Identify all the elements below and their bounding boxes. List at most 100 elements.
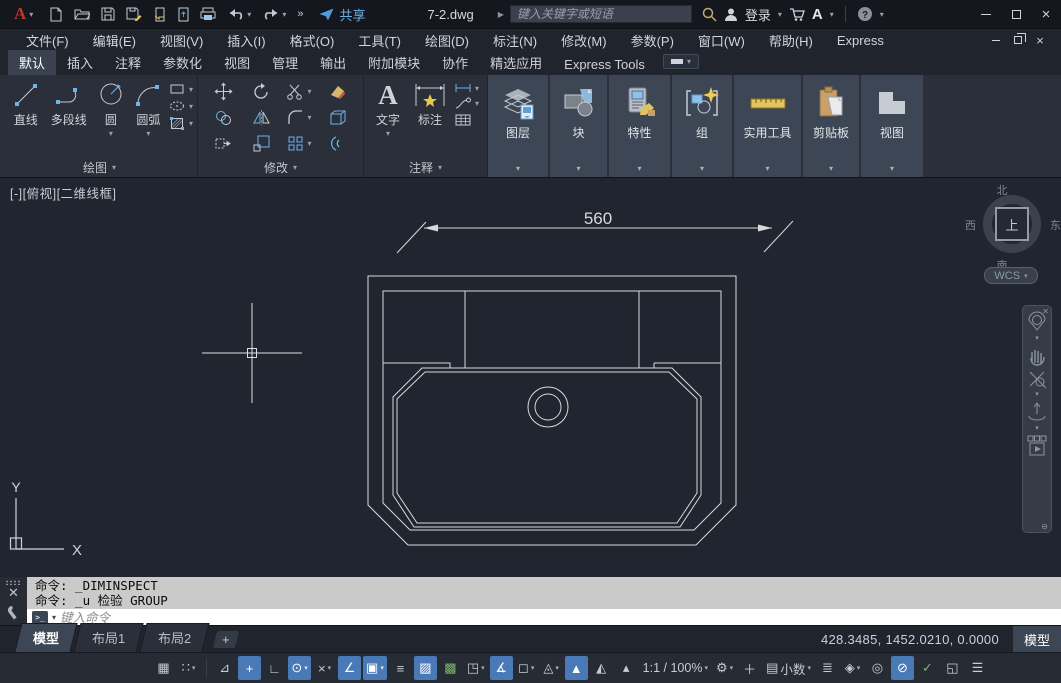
polyline-button[interactable]: 多段线 bbox=[45, 80, 92, 158]
showmotion-icon[interactable] bbox=[1026, 434, 1048, 458]
trusted-dwg-icon[interactable]: ✓ bbox=[916, 656, 939, 680]
viewport-control[interactable]: [-] bbox=[10, 187, 23, 201]
search-icon[interactable] bbox=[702, 7, 717, 22]
erase-button[interactable] bbox=[328, 82, 347, 101]
orbit-icon[interactable] bbox=[1026, 400, 1048, 424]
3d-object-snap-icon[interactable]: ◳ ▾ bbox=[464, 656, 488, 680]
share-button[interactable]: 共享 bbox=[319, 5, 365, 24]
menu-file[interactable]: 文件(F) bbox=[14, 31, 81, 50]
chevron-down-icon[interactable]: ▾ bbox=[880, 10, 884, 19]
tab-annotate[interactable]: 注释 bbox=[104, 50, 152, 75]
selection-filtering-icon[interactable]: ◻ ▾ bbox=[515, 656, 538, 680]
wrench-icon[interactable] bbox=[6, 605, 22, 621]
lock-ui-icon[interactable]: ◈ ▾ bbox=[841, 656, 864, 680]
save-as-button[interactable] bbox=[126, 7, 142, 21]
transparency-icon[interactable]: ▨ bbox=[413, 656, 437, 680]
upload-mobile-button[interactable] bbox=[178, 7, 189, 22]
sign-in-button[interactable]: 登录 bbox=[745, 5, 771, 24]
rectangle-button[interactable]: ▾ bbox=[169, 82, 193, 96]
arc-button[interactable]: 圆弧 ▾ bbox=[130, 80, 167, 158]
annotation-visibility-icon[interactable]: ▲ bbox=[564, 656, 588, 680]
chevron-down-icon[interactable]: ▾ bbox=[516, 164, 520, 173]
groups-panel[interactable]: 组 ▾ bbox=[672, 75, 732, 177]
annotation-panel-title[interactable]: 注释 ▾ bbox=[364, 158, 487, 177]
doc-minimize-button[interactable] bbox=[985, 29, 1007, 51]
tab-express[interactable]: Express Tools bbox=[553, 54, 656, 75]
chevron-down-icon[interactable]: ▾ bbox=[700, 164, 704, 173]
chevron-down-icon[interactable]: ▾ bbox=[52, 613, 56, 622]
trim-button[interactable]: ▾ bbox=[286, 82, 312, 101]
scale-button[interactable] bbox=[252, 134, 271, 153]
ribbon-display-toggle[interactable]: ▾ bbox=[663, 54, 700, 69]
customization-icon[interactable]: ☰ bbox=[966, 656, 989, 680]
snap-mode-icon[interactable]: ∷ ▾ bbox=[177, 656, 200, 680]
layout-tab-model[interactable]: 模型 bbox=[14, 623, 78, 652]
leader-button[interactable]: ▾ bbox=[454, 97, 479, 110]
menu-express[interactable]: Express bbox=[825, 33, 896, 48]
circle-button[interactable]: 圆 ▾ bbox=[94, 80, 128, 158]
chevron-down-icon[interactable]: ▾ bbox=[637, 164, 641, 173]
mirror-button[interactable] bbox=[252, 108, 271, 127]
navbar-collapse-icon[interactable]: ⊖ bbox=[1041, 522, 1048, 531]
redo-button[interactable]: ▾ bbox=[262, 8, 286, 20]
menu-draw[interactable]: 绘图(D) bbox=[413, 31, 481, 50]
chevron-down-icon[interactable]: ▾ bbox=[829, 164, 833, 173]
menu-view[interactable]: 视图(V) bbox=[148, 31, 215, 50]
copy-button[interactable] bbox=[214, 108, 233, 127]
clipboard-panel[interactable]: 剪贴板 ▾ bbox=[803, 75, 859, 177]
tab-featured[interactable]: 精选应用 bbox=[479, 50, 553, 75]
text-button[interactable]: A 文字 ▾ bbox=[370, 80, 406, 158]
qat-expand-button[interactable]: » bbox=[297, 8, 303, 20]
save-button[interactable] bbox=[101, 7, 115, 21]
menu-parametric[interactable]: 参数(P) bbox=[619, 31, 686, 50]
zoom-extents-icon[interactable] bbox=[1026, 368, 1048, 390]
object-snap-icon[interactable]: ▣ ▾ bbox=[363, 656, 387, 680]
tab-home[interactable]: 默认 bbox=[8, 50, 57, 75]
tab-view[interactable]: 视图 bbox=[213, 50, 261, 75]
chevron-down-icon[interactable]: ▾ bbox=[576, 164, 580, 173]
dimension-button[interactable]: 标注 bbox=[408, 80, 452, 158]
print-button[interactable] bbox=[200, 7, 216, 21]
tab-collaborate[interactable]: 协作 bbox=[431, 50, 479, 75]
array-button[interactable]: ▾ bbox=[286, 134, 312, 153]
visual-style-control[interactable]: [二维线框] bbox=[57, 187, 117, 201]
viewcube-west[interactable]: 西 bbox=[965, 217, 976, 233]
dynamic-input-icon[interactable]: + bbox=[238, 656, 262, 680]
layout-tab-layout1[interactable]: 布局1 bbox=[73, 623, 144, 652]
drawing-area[interactable]: [-][俯视][二维线框] 560 Y X 北 西 上 东 南 WCS ▾ ✕ … bbox=[0, 178, 1061, 577]
quick-properties-icon[interactable]: ≣ bbox=[816, 656, 839, 680]
graphics-performance-icon[interactable]: ⊘ bbox=[890, 656, 914, 680]
units-control[interactable]: ▤ 小数 ▾ bbox=[763, 656, 814, 680]
command-close-icon[interactable]: ✕ bbox=[8, 585, 19, 601]
viewcube-east[interactable]: 东 bbox=[1050, 217, 1061, 233]
chevron-down-icon[interactable]: ▾ bbox=[765, 164, 769, 173]
menu-help[interactable]: 帮助(H) bbox=[757, 31, 825, 50]
menu-format[interactable]: 格式(O) bbox=[278, 31, 347, 50]
doc-restore-button[interactable] bbox=[1007, 29, 1029, 51]
navbar-close-icon[interactable]: ✕ bbox=[1042, 307, 1049, 316]
polar-tracking-icon[interactable]: ⊙ ▾ bbox=[288, 656, 312, 680]
gizmo-icon[interactable]: ◬ ▾ bbox=[540, 656, 563, 680]
block-panel[interactable]: 块 ▾ bbox=[550, 75, 607, 177]
annotation-monitor-icon[interactable]: ＋ bbox=[738, 656, 761, 680]
line-button[interactable]: 直线 bbox=[8, 80, 43, 158]
linear-dimension-button[interactable]: ▾ bbox=[454, 82, 479, 94]
rotate-button[interactable] bbox=[252, 82, 271, 101]
annotation-scale-flag-icon[interactable]: ▴ bbox=[615, 656, 638, 680]
clean-screen-icon[interactable]: ◱ bbox=[941, 656, 964, 680]
isolate-objects-icon[interactable]: ◎ bbox=[866, 656, 889, 680]
viewcube-top-face[interactable]: 上 bbox=[995, 207, 1029, 241]
open-file-button[interactable] bbox=[74, 7, 91, 21]
chevron-down-icon[interactable]: ▾ bbox=[778, 10, 782, 19]
help-icon[interactable]: ? bbox=[857, 6, 873, 22]
tab-parametric[interactable]: 参数化 bbox=[152, 50, 213, 75]
chevron-down-icon[interactable]: ▾ bbox=[1035, 425, 1039, 432]
maximize-button[interactable] bbox=[1001, 0, 1031, 28]
pan-hand-icon[interactable] bbox=[1026, 344, 1048, 366]
tab-manage[interactable]: 管理 bbox=[261, 50, 309, 75]
menu-dimension[interactable]: 标注(N) bbox=[481, 31, 549, 50]
infer-constraints-icon[interactable]: ⊿ bbox=[213, 656, 236, 680]
table-button[interactable] bbox=[454, 113, 479, 127]
ortho-mode-icon[interactable]: ∟ bbox=[263, 656, 286, 680]
ellipse-button[interactable]: ▾ bbox=[169, 99, 193, 113]
